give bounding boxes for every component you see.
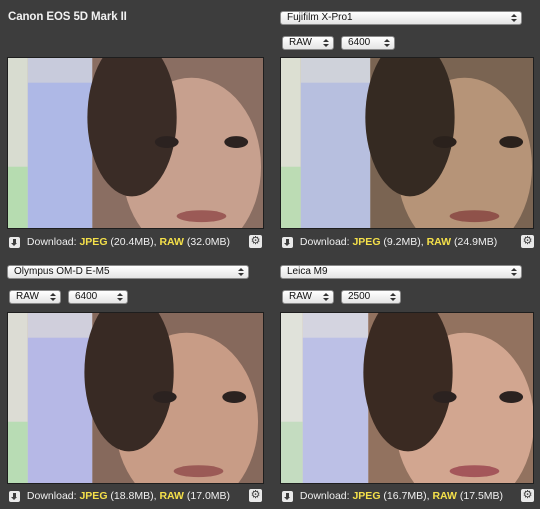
format-select-olympus[interactable]: RAW [9, 290, 61, 304]
download-row-olympus: Download: JPEG (18.8MB), RAW (17.0MB) [9, 489, 230, 503]
select-arrows-icon [511, 267, 517, 277]
download-row-leica: Download: JPEG (16.7MB), RAW (17.5MB) [282, 489, 503, 503]
jpeg-link[interactable]: JPEG [79, 490, 107, 502]
download-icon[interactable] [282, 236, 293, 248]
select-arrows-icon [50, 292, 56, 302]
select-arrows-icon [238, 267, 244, 277]
raw-link[interactable]: RAW [427, 236, 452, 248]
gear-icon[interactable]: ⚙ [521, 489, 534, 502]
raw-size: (17.0MB) [186, 490, 231, 502]
jpeg-size: (20.4MB), [110, 236, 157, 248]
raw-size: (24.9MB) [454, 236, 498, 248]
camera-select-olympus[interactable]: Olympus OM-D E-M5 [7, 265, 249, 279]
jpeg-link[interactable]: JPEG [352, 490, 380, 502]
gear-icon[interactable]: ⚙ [521, 235, 534, 248]
download-row-fujifilm: Download: JPEG (9.2MB), RAW (24.9MB) [282, 235, 497, 249]
select-arrows-icon [323, 292, 329, 302]
jpeg-size: (9.2MB), [383, 236, 424, 248]
sample-image-canon[interactable] [7, 57, 264, 229]
select-arrows-icon [511, 13, 517, 23]
iso-select-leica[interactable]: 2500 [341, 290, 401, 304]
raw-link[interactable]: RAW [159, 490, 184, 502]
jpeg-size: (16.7MB), [383, 490, 430, 502]
camera-select-leica[interactable]: Leica M9 [280, 265, 522, 279]
iso-select-olympus[interactable]: 6400 [68, 290, 128, 304]
download-label: Download: [299, 490, 350, 502]
download-label: Download: [299, 236, 350, 248]
download-icon[interactable] [9, 490, 20, 502]
jpeg-link[interactable]: JPEG [79, 236, 107, 248]
download-label: Download: [26, 490, 77, 502]
raw-link[interactable]: RAW [432, 490, 457, 502]
select-arrows-icon [323, 38, 329, 48]
sample-image-fujifilm[interactable] [280, 57, 534, 229]
download-icon[interactable] [9, 236, 20, 248]
jpeg-link[interactable]: JPEG [352, 236, 380, 248]
raw-link[interactable]: RAW [159, 236, 184, 248]
download-row-canon: Download: JPEG (20.4MB), RAW (32.0MB) [9, 235, 230, 249]
raw-size: (17.5MB) [459, 490, 504, 502]
raw-size: (32.0MB) [186, 236, 231, 248]
select-arrows-icon [117, 292, 123, 302]
iso-select-fujifilm[interactable]: 6400 [341, 36, 395, 50]
jpeg-size: (18.8MB), [110, 490, 157, 502]
camera-select-fujifilm[interactable]: Fujifilm X-Pro1 [280, 11, 522, 25]
camera-title-canon: Canon EOS 5D Mark II [8, 11, 127, 23]
select-arrows-icon [390, 292, 396, 302]
download-icon[interactable] [282, 490, 293, 502]
sample-image-olympus[interactable] [7, 312, 264, 484]
sample-image-leica[interactable] [280, 312, 534, 484]
download-label: Download: [26, 236, 77, 248]
select-arrows-icon [384, 38, 390, 48]
gear-icon[interactable]: ⚙ [249, 489, 262, 502]
gear-icon[interactable]: ⚙ [249, 235, 262, 248]
format-select-fujifilm[interactable]: RAW [282, 36, 334, 50]
format-select-leica[interactable]: RAW [282, 290, 334, 304]
